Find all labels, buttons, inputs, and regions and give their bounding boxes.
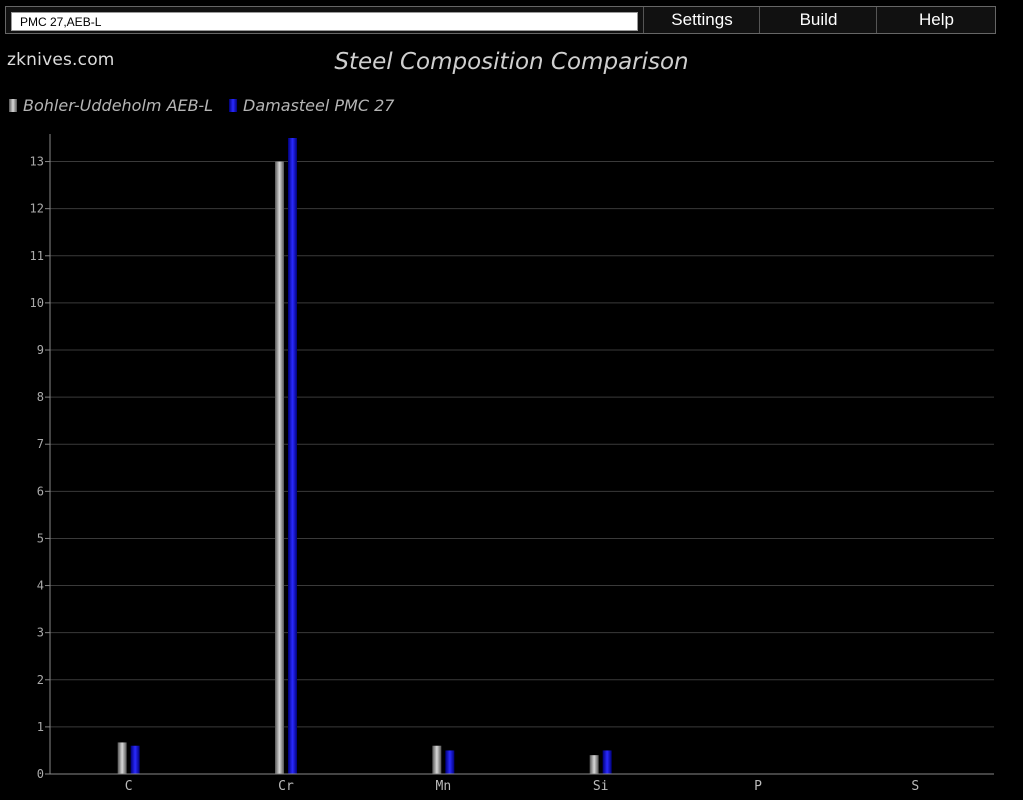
bar-pmc27-si	[602, 750, 612, 774]
bar-pmc27-c	[130, 745, 140, 774]
composition-chart: Bohler-Uddeholm AEB-L Damasteel PMC 27 0 1…	[9, 96, 994, 794]
y-tick-label: 13	[30, 155, 44, 169]
y-tick-label: 1	[37, 720, 44, 734]
y-tick-label: 5	[37, 531, 44, 545]
y-tick-label: 12	[30, 202, 44, 216]
legend-swatch	[229, 99, 238, 112]
x-tick-label: C	[125, 779, 133, 794]
y-tick-label: 6	[37, 484, 44, 498]
y-tick-label: 7	[37, 437, 44, 451]
y-tick-label: 10	[30, 296, 44, 310]
x-tick-label: Si	[593, 779, 609, 794]
bar-aebl-si	[589, 755, 599, 774]
bar-aebl-cr	[275, 161, 284, 775]
bar-pmc27-mn	[445, 750, 455, 774]
bar-aebl-c	[117, 742, 127, 774]
bar-aebl-mn	[432, 745, 442, 774]
y-tick-label: 3	[37, 626, 44, 640]
legend-swatch	[9, 99, 17, 112]
legend-label: Bohler-Uddeholm AEB-L	[23, 96, 213, 115]
y-tick-label: 8	[37, 390, 44, 404]
x-tick-label: Cr	[278, 779, 294, 794]
y-tick-label: 4	[37, 579, 44, 593]
y-tick-label: 0	[37, 767, 44, 781]
y-tick-label: 9	[37, 343, 44, 357]
legend-label: Damasteel PMC 27	[243, 96, 395, 115]
x-tick-label: S	[911, 779, 919, 794]
x-tick-label: P	[754, 779, 762, 794]
x-tick-label: Mn	[436, 779, 452, 794]
y-tick-label: 2	[37, 673, 44, 687]
y-tick-label: 11	[30, 249, 44, 263]
bar-pmc27-cr	[288, 138, 297, 774]
